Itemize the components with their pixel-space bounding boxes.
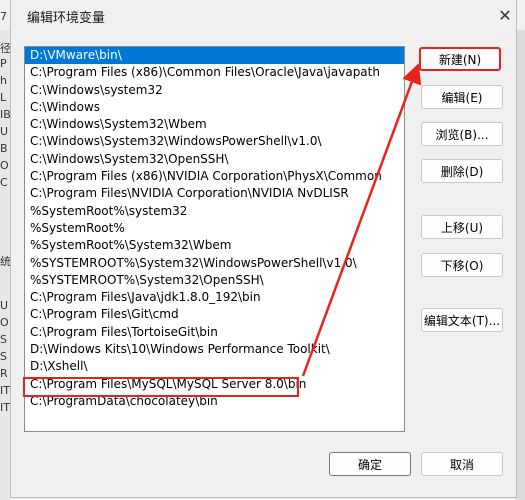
- background-window-char: O: [0, 159, 9, 172]
- edit-text-button[interactable]: 编辑文本(T)...: [421, 308, 503, 332]
- path-list-item[interactable]: D:\Xshell\: [25, 358, 404, 375]
- path-list-item[interactable]: C:\Program Files (x86)\Common Files\Orac…: [25, 64, 404, 81]
- path-list-item[interactable]: C:\Windows\System32\WindowsPowerShell\v1…: [25, 133, 404, 150]
- close-icon[interactable]: ✕: [493, 4, 517, 26]
- dialog-title: 编辑环境变量: [27, 11, 106, 26]
- background-window-char: h: [0, 74, 7, 87]
- path-list-item[interactable]: C:\Program Files\TortoiseGit\bin: [25, 324, 404, 341]
- background-window-char: P: [0, 57, 7, 70]
- path-list-item[interactable]: C:\Windows\System32\Wbem: [25, 116, 404, 133]
- background-window-char: IT: [0, 384, 10, 397]
- path-list-item[interactable]: %SYSTEMROOT%\System32\OpenSSH\: [25, 272, 404, 289]
- path-list-item[interactable]: D:\Windows Kits\10\Windows Performance T…: [25, 341, 404, 358]
- path-list[interactable]: D:\VMware\bin\ C:\Program Files (x86)\Com…: [24, 46, 405, 432]
- background-window-char: IT: [0, 401, 10, 414]
- path-list-item[interactable]: %SystemRoot%: [25, 220, 404, 237]
- path-list-item[interactable]: %SystemRoot%\System32\Wbem: [25, 237, 404, 254]
- background-window-char: S: [0, 350, 7, 363]
- mysql-row-annotation-box: [23, 377, 299, 397]
- background-window-char: IB: [0, 108, 10, 121]
- move-up-button[interactable]: 上移(U): [421, 215, 503, 239]
- background-window-char: C: [0, 176, 8, 189]
- new-button[interactable]: 新建(N): [419, 47, 501, 71]
- edit-button[interactable]: 编辑(E): [421, 85, 503, 109]
- background-window-char: O: [0, 316, 9, 329]
- ok-button[interactable]: 确定: [329, 452, 411, 476]
- cancel-button[interactable]: 取消: [421, 452, 503, 476]
- background-window-char: 统: [0, 255, 10, 268]
- path-list-item[interactable]: %SystemRoot%\system32: [25, 203, 404, 220]
- path-list-item[interactable]: C:\Program Files\Java\jdk1.8.0_192\bin: [25, 289, 404, 306]
- path-list-item[interactable]: D:\VMware\bin\: [25, 47, 404, 65]
- background-window-char: 径: [0, 42, 10, 55]
- path-list-item[interactable]: C:\Windows\System32\OpenSSH\: [25, 151, 404, 168]
- move-down-button[interactable]: 下移(O): [421, 253, 503, 277]
- background-window-char: B: [0, 142, 8, 155]
- path-list-item[interactable]: %SYSTEMROOT%\System32\WindowsPowerShell\…: [25, 255, 404, 272]
- browse-button[interactable]: 浏览(B)...: [421, 122, 503, 146]
- path-list-item[interactable]: C:\Windows\system32: [25, 82, 404, 99]
- background-window-char: R: [0, 367, 8, 380]
- delete-button[interactable]: 删除(D): [421, 159, 503, 183]
- path-list-item[interactable]: C:\Program Files (x86)\NVIDIA Corporatio…: [25, 168, 404, 185]
- background-window-char: S: [0, 333, 7, 346]
- path-list-item[interactable]: C:\Program Files\Git\cmd: [25, 306, 404, 323]
- path-list-item[interactable]: C:\Windows: [25, 99, 404, 116]
- background-window-char: U: [0, 299, 9, 312]
- background-window-char: L: [0, 91, 7, 104]
- background-window-char: 7: [0, 10, 7, 23]
- path-list-item[interactable]: C:\Program Files\NVIDIA Corporation\NVID…: [25, 185, 404, 202]
- background-window-char: U: [0, 125, 9, 138]
